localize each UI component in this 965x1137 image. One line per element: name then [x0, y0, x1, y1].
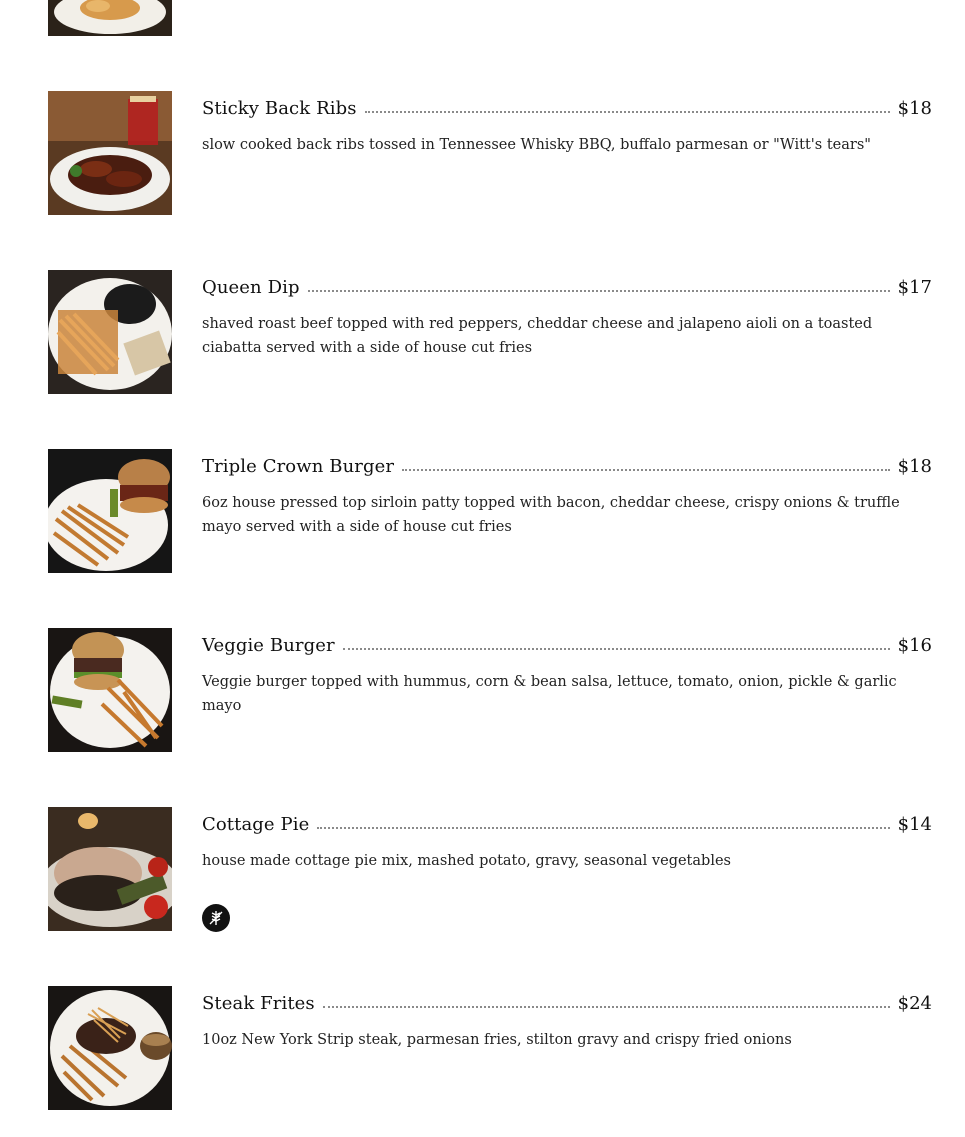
menu-item[interactable]: Queen Dip $17 shaved roast beef topped w… — [48, 270, 932, 394]
item-name: Triple Crown Burger — [202, 456, 395, 477]
item-description: Veggie burger topped with hummus, corn &… — [202, 674, 897, 714]
dotted-leader — [317, 827, 890, 829]
item-photo[interactable] — [48, 628, 172, 752]
item-description: slow cooked back ribs tossed in Tennesse… — [202, 137, 871, 153]
item-name: Sticky Back Ribs — [202, 98, 357, 119]
menu-item[interactable]: Cottage Pie $14 house made cottage pie m… — [48, 807, 932, 932]
item-price: $16 — [897, 635, 932, 656]
menu-item[interactable]: Veggie Burger $16 Veggie burger topped w… — [48, 628, 932, 752]
item-description: house made cottage pie mix, mashed potat… — [202, 853, 731, 869]
item-price: $17 — [897, 277, 932, 298]
item-name: Cottage Pie — [202, 814, 310, 835]
dotted-leader — [364, 111, 890, 113]
item-price: $18 — [897, 456, 932, 477]
item-description: 10oz New York Strip steak, parmesan frie… — [202, 1032, 792, 1048]
menu-item[interactable]: Sticky Back Ribs $18 slow cooked back ri… — [48, 91, 932, 215]
dotted-leader — [342, 648, 890, 650]
item-price: $24 — [897, 993, 932, 1014]
item-photo[interactable] — [48, 807, 172, 931]
item-price: $14 — [897, 814, 932, 835]
item-name: Veggie Burger — [202, 635, 335, 656]
item-name: Queen Dip — [202, 277, 300, 298]
dotted-leader — [402, 469, 890, 471]
dotted-leader — [307, 290, 890, 292]
item-photo[interactable] — [48, 270, 172, 394]
item-description: shaved roast beef topped with red pepper… — [202, 316, 873, 356]
dotted-leader — [322, 1006, 890, 1008]
item-photo[interactable] — [48, 986, 172, 1110]
item-name: Steak Frites — [202, 993, 315, 1014]
menu-item[interactable]: Triple Crown Burger $18 6oz house presse… — [48, 449, 932, 573]
previous-item-photo[interactable] — [48, 0, 172, 36]
item-price: $18 — [897, 98, 932, 119]
menu-item[interactable]: Steak Frites $24 10oz New York Strip ste… — [48, 986, 932, 1110]
gluten-free-wheat-icon — [202, 904, 230, 932]
item-photo[interactable] — [48, 91, 172, 215]
item-photo[interactable] — [48, 449, 172, 573]
item-description: 6oz house pressed top sirloin patty topp… — [202, 495, 900, 535]
